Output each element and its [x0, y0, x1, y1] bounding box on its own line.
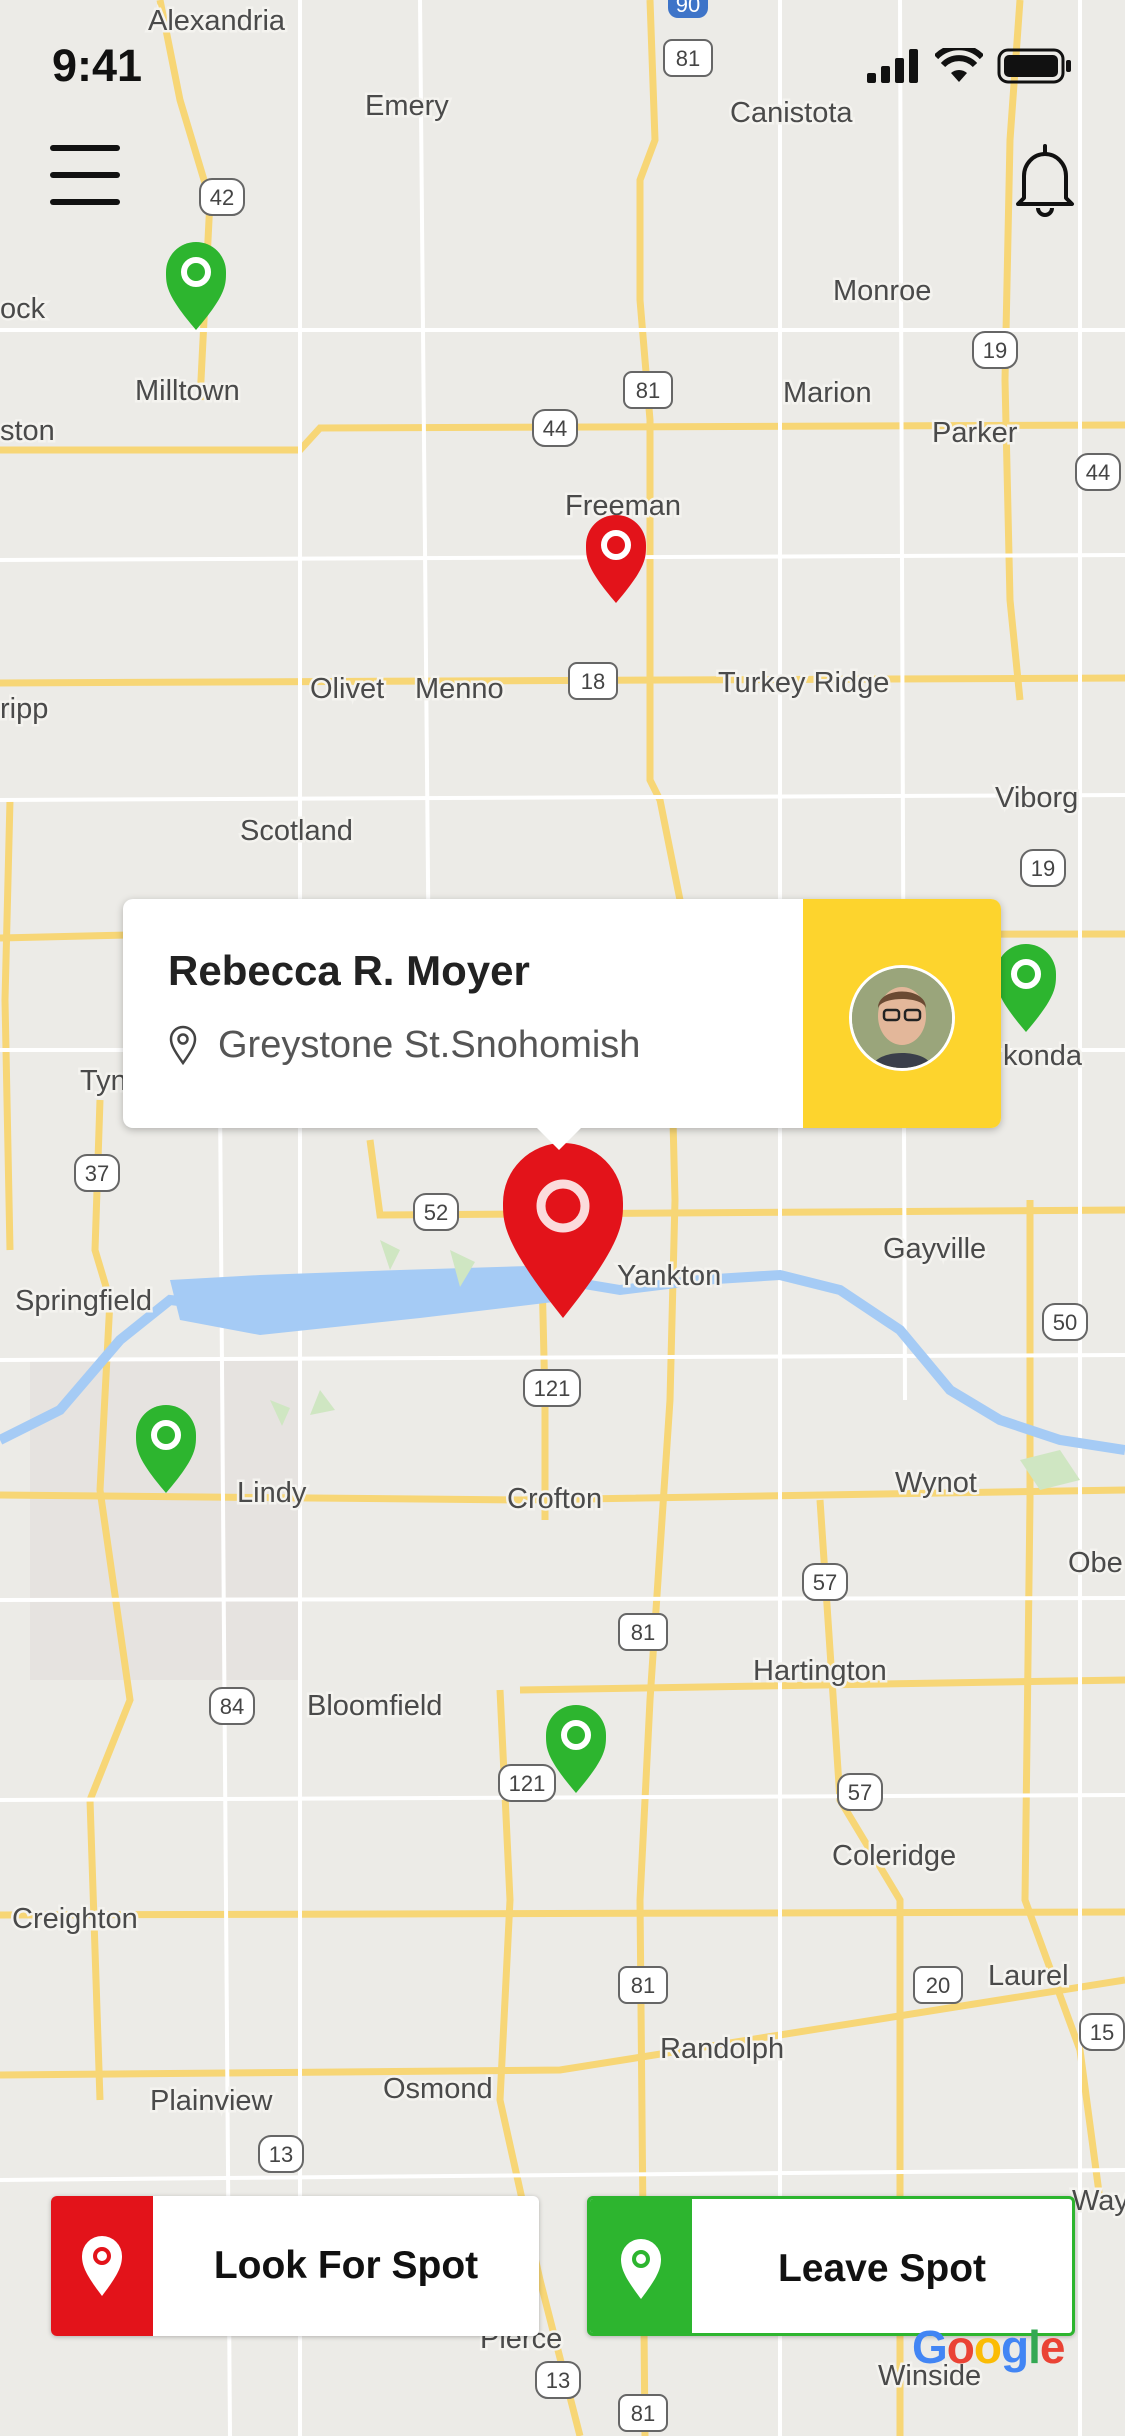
place-label: Coleridge — [832, 1840, 956, 1872]
place-label: Scotland — [240, 815, 353, 847]
look-for-spot-label: Look For Spot — [213, 2244, 479, 2287]
google-logo-letter: e — [1039, 2321, 1066, 2373]
shield-label: 18 — [581, 669, 605, 694]
shield-label: 44 — [1086, 460, 1110, 485]
place-label: konda — [1003, 1040, 1083, 1072]
look-icon-box — [51, 2196, 153, 2336]
place-label: Marion — [783, 377, 872, 409]
location-pin-icon — [169, 1025, 197, 1065]
avatar-image — [852, 968, 952, 1068]
place-label: Lindy — [237, 1477, 307, 1509]
leave-spot-label: Leave Spot — [777, 2247, 987, 2290]
place-label: Hartington — [753, 1655, 887, 1687]
place-label: Way — [1072, 2185, 1125, 2217]
shield-label: 81 — [631, 2401, 655, 2426]
menu-icon-bar — [50, 172, 120, 178]
place-label: Monroe — [833, 275, 931, 307]
map-view[interactable]: Alexandria Emery Canistota Monroe Millto… — [0, 0, 1125, 2436]
status-bar: 9:41 — [0, 0, 1125, 135]
wifi-icon — [935, 48, 983, 82]
place-label: Tyn — [80, 1065, 127, 1097]
menu-icon — [50, 145, 120, 151]
bell-icon — [1016, 144, 1074, 217]
place-label: Turkey Ridge — [718, 667, 889, 699]
status-icons — [867, 48, 1073, 84]
shield-label: 37 — [85, 1161, 109, 1186]
shield-label: 15 — [1090, 2020, 1114, 2045]
place-label: Milltown — [135, 375, 240, 407]
user-address: Greystone St.Snohomish — [218, 1024, 641, 1066]
place-label: Crofton — [507, 1483, 602, 1515]
place-label: ston — [0, 415, 55, 447]
shield-label: 42 — [210, 185, 234, 210]
shield-label: 19 — [983, 338, 1007, 363]
shield-label: 57 — [848, 1780, 872, 1805]
place-label: Yankton — [617, 1260, 721, 1292]
shield-label: 20 — [926, 1973, 950, 1998]
location-pin-icon — [621, 2239, 661, 2299]
place-label: Laurel — [988, 1960, 1069, 1992]
google-logo-letter: o — [946, 2321, 975, 2373]
place-label: Menno — [415, 673, 504, 705]
place-label: Gayville — [883, 1233, 986, 1265]
place-label: Randolph — [660, 2033, 784, 2065]
place-label: Parker — [932, 417, 1018, 449]
user-name: Rebecca R. Moyer — [168, 947, 530, 994]
google-attribution: Google — [912, 2320, 1066, 2374]
google-logo-letter: o — [973, 2321, 1002, 2373]
look-for-spot-button[interactable]: Look For Spot — [51, 2196, 539, 2336]
spot-info-card[interactable]: Rebecca R. Moyer Greystone St.Snohomish — [123, 899, 1001, 1150]
shield-label: 81 — [631, 1620, 655, 1645]
avatar — [849, 965, 955, 1071]
app-screen: Alexandria Emery Canistota Monroe Millto… — [0, 0, 1125, 2436]
leave-icon-box — [590, 2199, 692, 2333]
shield-label: 57 — [813, 1570, 837, 1595]
location-pin-icon — [82, 2236, 122, 2296]
shield-label: 50 — [1053, 1310, 1077, 1335]
shield-label: 84 — [220, 1694, 244, 1719]
google-logo-letter: g — [1001, 2321, 1029, 2373]
menu-icon-bar — [50, 199, 120, 205]
shield-label: 44 — [543, 416, 567, 441]
leave-spot-button[interactable]: Leave Spot — [587, 2196, 1075, 2336]
place-label: Viborg — [995, 782, 1078, 814]
menu-button[interactable] — [50, 145, 130, 205]
shield-label: 121 — [509, 1771, 546, 1796]
place-label: Bloomfield — [307, 1690, 442, 1722]
shield-label: 52 — [424, 1200, 448, 1225]
google-logo-text: Google — [912, 2321, 1066, 2373]
google-logo-letter: G — [912, 2321, 948, 2373]
shield-label: 81 — [636, 378, 660, 403]
place-label: ock — [0, 293, 46, 325]
shield-label: 81 — [631, 1973, 655, 1998]
place-label: Olivet — [310, 673, 384, 705]
shield-label: 13 — [546, 2368, 570, 2393]
place-label: Creighton — [12, 1903, 138, 1935]
signal-icon — [867, 49, 918, 83]
battery-icon — [997, 48, 1071, 84]
google-logo-letter: l — [1028, 2321, 1041, 2373]
card-pointer — [533, 1124, 585, 1150]
place-label: ripp — [0, 693, 48, 725]
place-label: Osmond — [383, 2073, 493, 2105]
shield-label: 121 — [534, 1376, 571, 1401]
shield-label: 13 — [269, 2142, 293, 2167]
place-label: Wynot — [895, 1467, 977, 1499]
place-label: Springfield — [15, 1285, 152, 1317]
place-label: Plainview — [150, 2085, 274, 2117]
shield-label: 19 — [1031, 856, 1055, 881]
place-label: Obe — [1068, 1547, 1123, 1579]
notifications-button[interactable] — [1010, 138, 1080, 218]
status-time: 9:41 — [52, 40, 143, 91]
